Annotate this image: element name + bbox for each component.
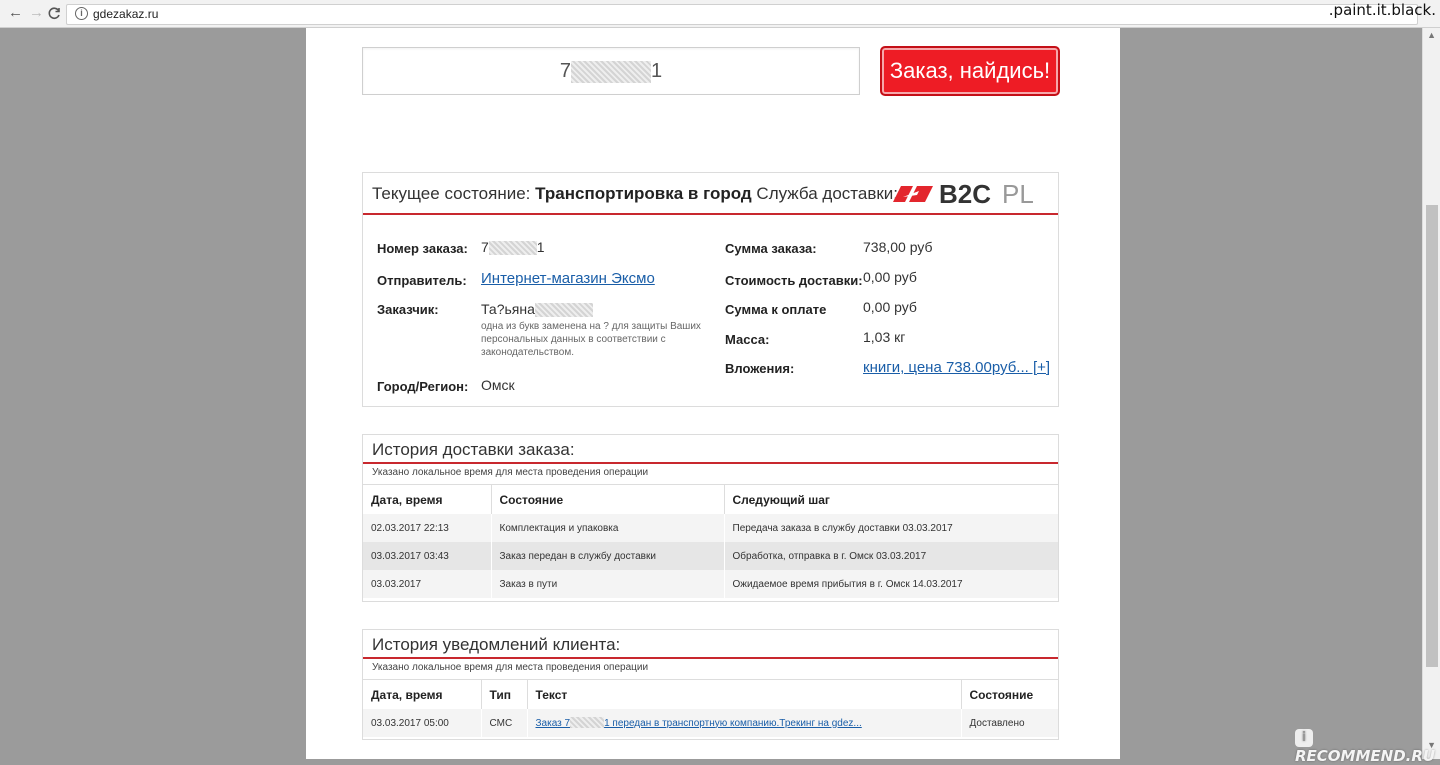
cell-date: 03.03.2017 03:43 <box>363 542 492 570</box>
order-number-end: 1 <box>651 60 663 82</box>
table-row: 03.03.2017 05:00 СМС Заказ 71 передан в … <box>363 709 1058 737</box>
table-header-row: Дата, время Состояние Следующий шаг <box>363 484 1058 514</box>
delivery-history-table: Дата, время Состояние Следующий шаг 02.0… <box>363 484 1058 598</box>
cell-status: Комплектация и упаковка <box>491 514 725 542</box>
delivery-cost-value: 0,00 руб <box>863 269 917 285</box>
delivery-cost-label: Стоимость доставки: <box>725 273 863 288</box>
weight-value: 1,03 кг <box>863 329 906 345</box>
customer-row: Заказчик: <box>377 302 439 317</box>
order-number-start: 7 <box>559 60 571 82</box>
table-header-row: Дата, время Тип Текст Состояние <box>363 679 1058 709</box>
redacted-blur <box>488 241 537 256</box>
url-text: gdezakaz.ru <box>93 7 159 21</box>
table-row: 02.03.2017 22:13 Комплектация и упаковка… <box>363 514 1058 542</box>
column-header: Состояние <box>491 484 725 514</box>
notification-history-panel: История уведомлений клиента: Указано лок… <box>362 629 1059 740</box>
scroll-up-icon[interactable]: ▲ <box>1427 30 1436 40</box>
notification-history-table: Дата, время Тип Текст Состояние 03.03.20… <box>363 679 1058 737</box>
logo-text-main: B2C <box>939 180 991 208</box>
find-order-button[interactable]: Заказ, найдись! <box>880 46 1060 96</box>
recommend-logo-icon: i <box>1295 729 1313 747</box>
order-number-input[interactable]: 71 <box>362 47 860 95</box>
city-row: Город/Регион: <box>377 379 469 394</box>
watermark-text: .paint.it.black. <box>1328 1 1436 19</box>
cell-status: Доставлено <box>961 709 1058 737</box>
recommend-watermark: iRECOMMEND.RU <box>1295 729 1436 765</box>
notification-history-header: История уведомлений клиента: <box>363 630 1058 659</box>
order-sum-value: 738,00 руб <box>863 239 933 255</box>
cell-next-step: Обработка, отправка в г. Омск 03.03.2017 <box>724 542 1058 570</box>
order-number-value: 71 <box>481 239 545 256</box>
delivery-history-panel: История доставки заказа: Указано локальн… <box>362 434 1059 602</box>
sender-link[interactable]: Интернет-магазин Эксмо <box>481 270 655 287</box>
order-sum-label: Сумма заказа: <box>725 241 817 256</box>
status-line: Текущее состояние: Транспортировка в гор… <box>372 184 899 203</box>
column-header: Состояние <box>961 679 1058 709</box>
customer-value: Та?ьяна <box>481 301 593 318</box>
order-number-row: Номер заказа: <box>377 241 468 256</box>
notification-history-note: Указано локальное время для места провед… <box>372 662 649 673</box>
cell-next-step: Передача заказа в службу доставки 03.03.… <box>724 514 1058 542</box>
page-content: 71 Заказ, найдись! Текущее состояние: Тр… <box>306 28 1120 759</box>
contents-label: Вложения: <box>725 361 795 376</box>
notification-history-title: История уведомлений клиента: <box>372 635 621 654</box>
cell-type: СМС <box>481 709 528 737</box>
redacted-blur <box>534 303 593 318</box>
back-button[interactable]: ← <box>8 4 23 22</box>
status-header: Текущее состояние: Транспортировка в гор… <box>363 173 1058 215</box>
sender-row: Отправитель: <box>377 273 467 288</box>
to-pay-value: 0,00 руб <box>863 299 917 315</box>
delivery-history-note: Указано локальное время для места провед… <box>372 467 649 478</box>
cell-date: 03.03.2017 05:00 <box>363 709 482 737</box>
redacted-blur <box>571 60 651 83</box>
cell-next-step: Ожидаемое время прибытия в г. Омск 14.03… <box>724 570 1058 598</box>
cell-text-link[interactable]: Заказ 71 передан в транспортную компанию… <box>527 709 962 737</box>
browser-toolbar: ← → i gdezakaz.ru <box>0 0 1440 28</box>
b2cpl-logo: B2C PL <box>889 179 1049 209</box>
cell-date: 02.03.2017 22:13 <box>363 514 492 542</box>
customer-privacy-note: одна из букв заменена на ? для защиты Ва… <box>481 321 701 358</box>
table-row: 03.03.2017 Заказ в пути Ожидаемое время … <box>363 570 1058 598</box>
column-header: Дата, время <box>363 679 482 709</box>
cell-status: Заказ в пути <box>491 570 725 598</box>
city-value: Омск <box>481 377 515 393</box>
status-value: Транспортировка в город <box>535 184 752 203</box>
info-icon[interactable]: i <box>75 7 88 20</box>
column-header: Дата, время <box>363 484 492 514</box>
weight-label: Масса: <box>725 332 770 347</box>
contents-link[interactable]: книги, цена 738.00руб... [+] <box>863 359 1050 376</box>
order-status-panel: Текущее состояние: Транспортировка в гор… <box>362 172 1059 407</box>
address-bar[interactable]: i gdezakaz.ru <box>66 4 1418 25</box>
scrollbar-thumb[interactable] <box>1426 205 1438 667</box>
cell-status: Заказ передан в службу доставки <box>491 542 725 570</box>
cell-date: 03.03.2017 <box>363 570 492 598</box>
forward-button[interactable]: → <box>29 4 44 22</box>
column-header: Тип <box>481 679 528 709</box>
redacted-blur <box>570 717 605 729</box>
logo-text-light: PL <box>1002 180 1034 208</box>
reload-icon[interactable] <box>48 4 61 25</box>
table-row: 03.03.2017 03:43 Заказ передан в службу … <box>363 542 1058 570</box>
delivery-history-title: История доставки заказа: <box>372 440 575 459</box>
service-label: Служба доставки: <box>756 184 899 203</box>
column-header: Следующий шаг <box>724 484 1058 514</box>
to-pay-label: Сумма к оплате <box>725 302 827 317</box>
delivery-history-header: История доставки заказа: <box>363 435 1058 464</box>
column-header: Текст <box>527 679 962 709</box>
